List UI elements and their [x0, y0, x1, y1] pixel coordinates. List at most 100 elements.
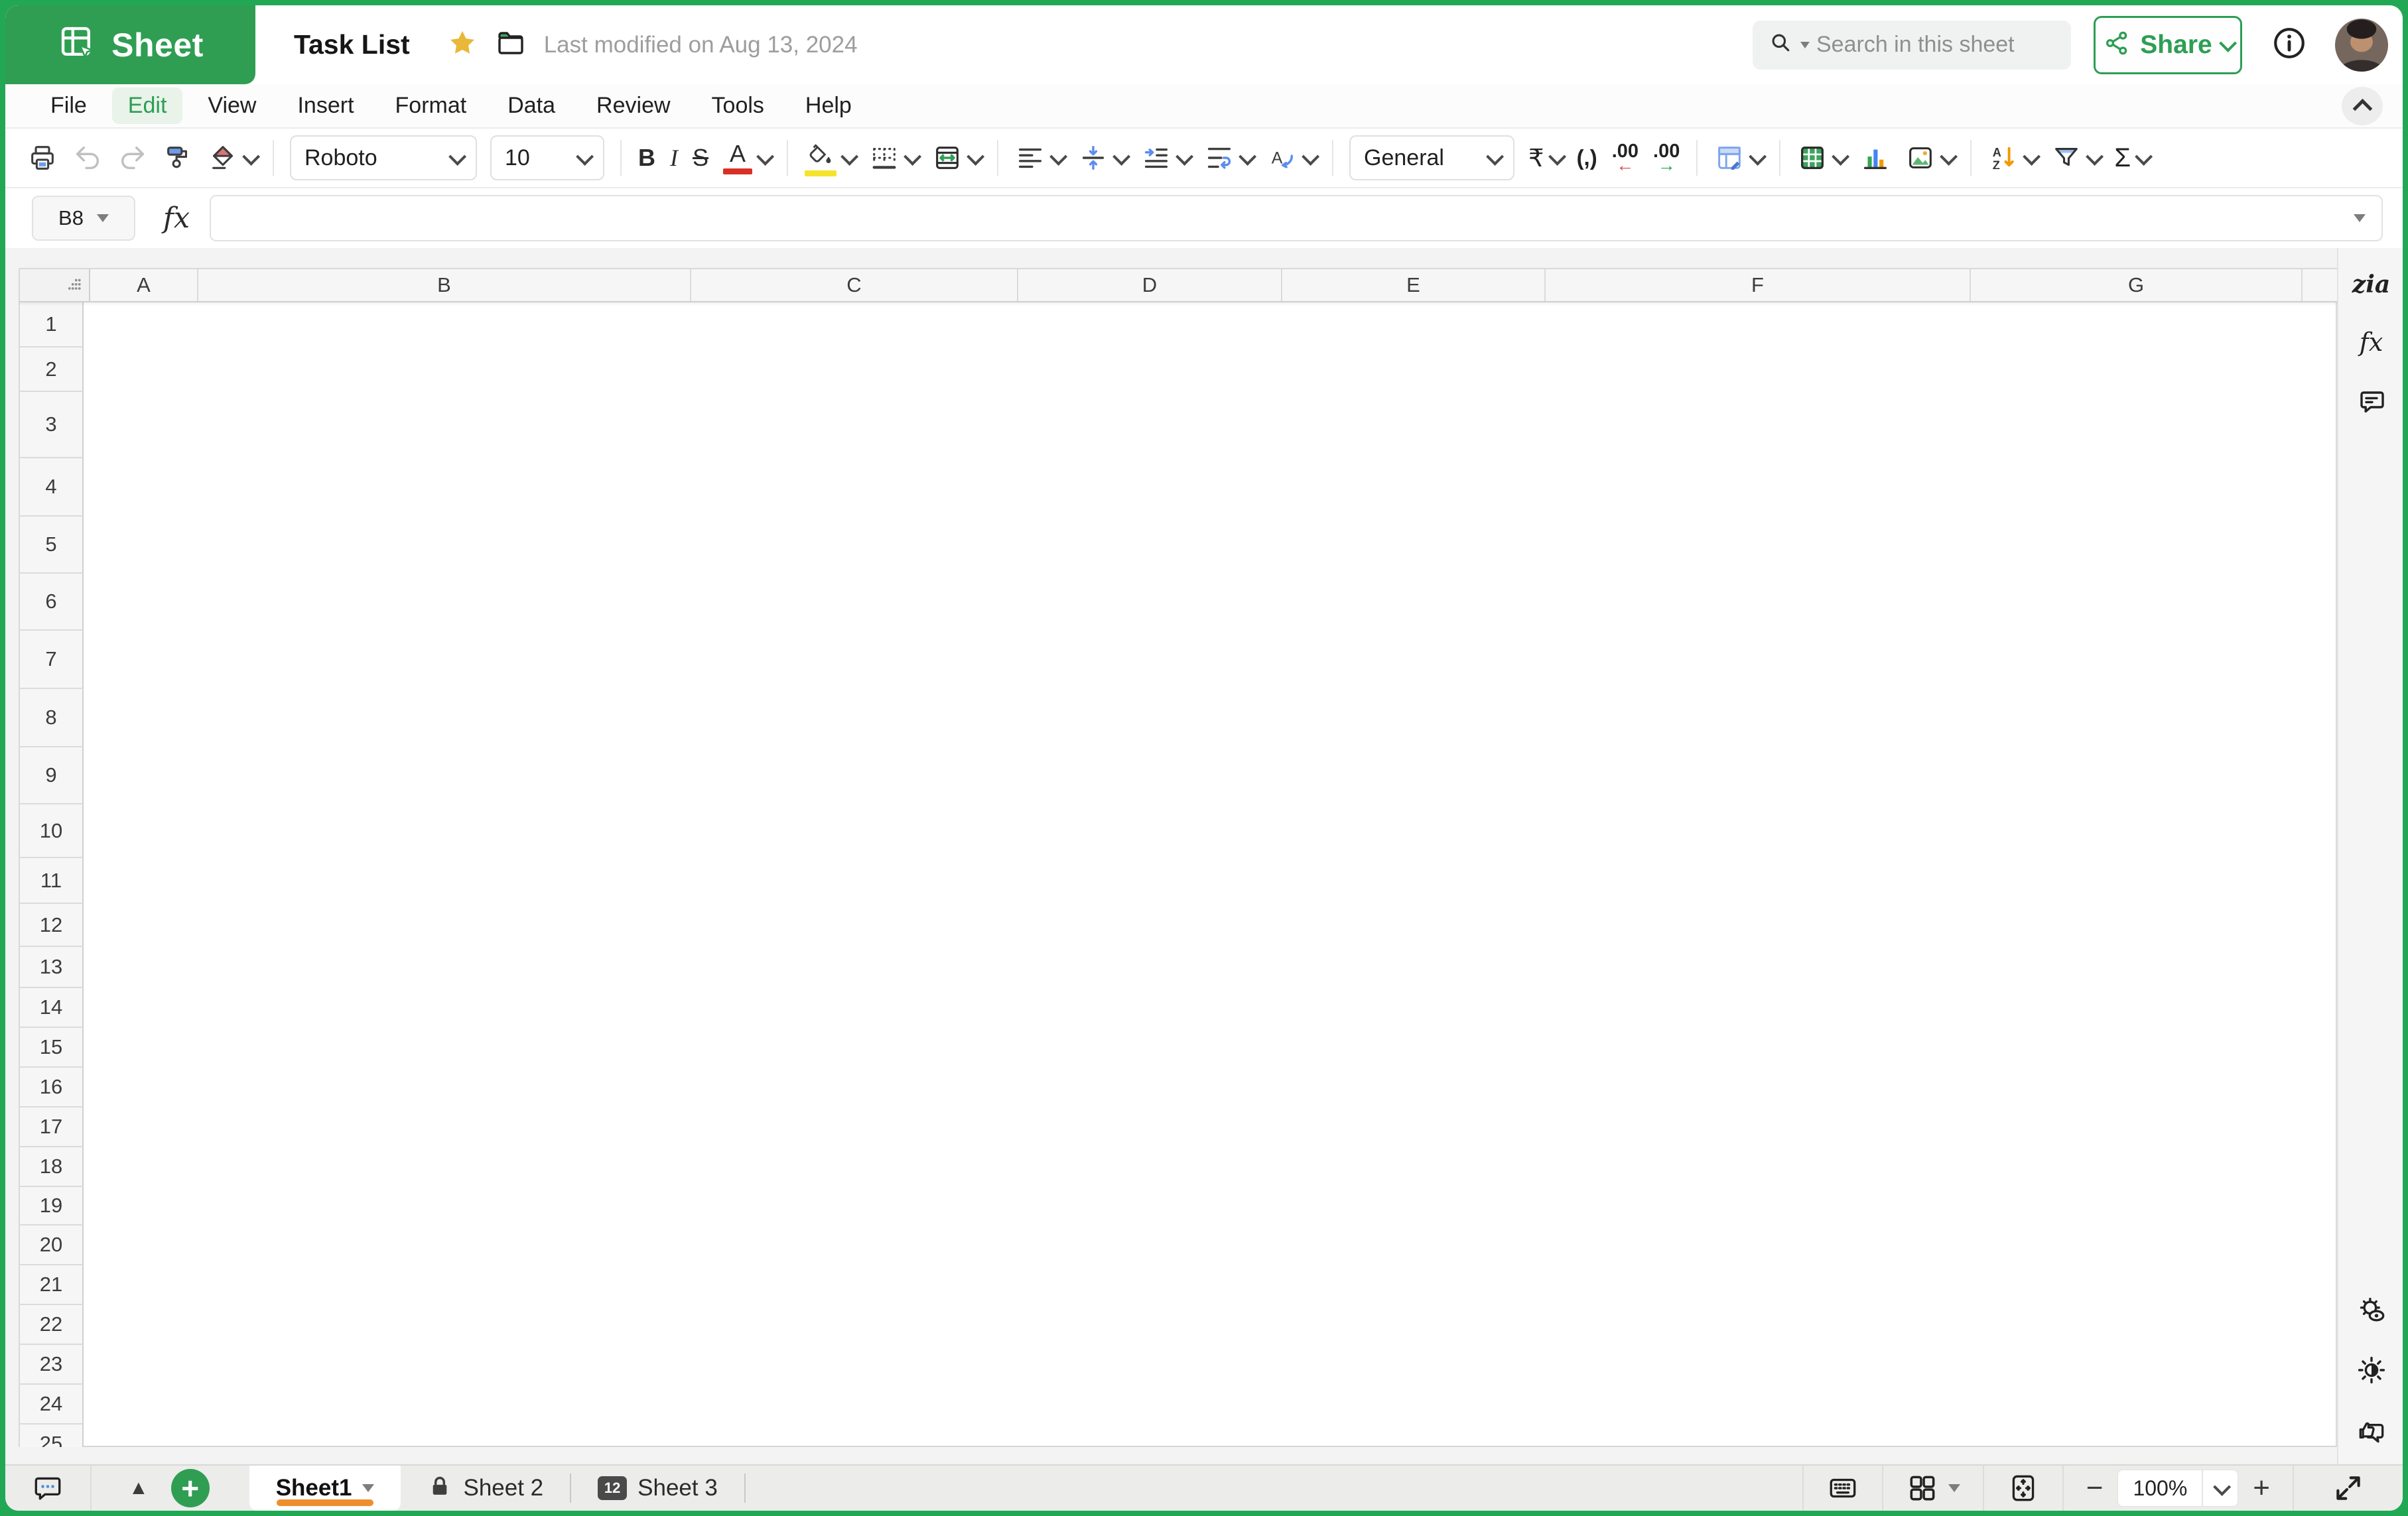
chevron-down-icon[interactable] — [2023, 147, 2041, 165]
font-color-button[interactable]: A — [716, 135, 777, 181]
indent-button[interactable] — [1134, 135, 1197, 181]
document-title[interactable]: Task List — [294, 29, 410, 60]
chevron-down-icon[interactable] — [1302, 147, 1319, 165]
chevron-down-icon[interactable] — [1238, 147, 1256, 165]
chevron-down-icon[interactable] — [1548, 147, 1566, 165]
vertical-align-button[interactable] — [1071, 135, 1134, 181]
sort-button[interactable]: A Z — [1981, 135, 2044, 181]
formula-input[interactable] — [210, 195, 2383, 241]
sum-button[interactable]: Σ — [2107, 135, 2156, 181]
sheet-tab-caret[interactable] — [362, 1484, 374, 1492]
zoom-level-select[interactable]: 100% — [2117, 1470, 2238, 1507]
row-header-15[interactable]: 15 — [20, 1028, 84, 1068]
menu-review[interactable]: Review — [580, 88, 686, 124]
conditional-format-button[interactable] — [1707, 135, 1770, 181]
menu-tools[interactable]: Tools — [696, 88, 780, 124]
chevron-down-icon[interactable] — [840, 147, 858, 165]
cell-reference-box[interactable]: B8 — [32, 196, 135, 241]
menu-edit[interactable]: Edit — [112, 88, 183, 124]
row-header-14[interactable]: 14 — [20, 988, 84, 1028]
search-input[interactable]: Search in this sheet — [1753, 21, 2071, 70]
column-header-E[interactable]: E — [1282, 269, 1546, 301]
menu-help[interactable]: Help — [789, 88, 868, 124]
font-family-select[interactable]: Roboto — [290, 135, 477, 180]
chevron-down-icon[interactable] — [242, 147, 260, 165]
chevron-down-icon[interactable] — [1175, 147, 1193, 165]
row-header-19[interactable]: 19 — [20, 1187, 84, 1226]
folder-icon[interactable] — [495, 27, 527, 62]
merge-cells-button[interactable] — [925, 135, 988, 181]
fill-color-button[interactable] — [797, 135, 862, 181]
row-header-17[interactable]: 17 — [20, 1107, 84, 1147]
column-header-A[interactable]: A — [90, 269, 198, 301]
chevron-down-icon[interactable] — [1832, 147, 1850, 165]
fullscreen-button[interactable] — [2294, 1466, 2403, 1511]
borders-button[interactable] — [862, 135, 925, 181]
cell-canvas[interactable] — [84, 302, 2337, 1447]
chevron-down-icon[interactable] — [2086, 147, 2104, 165]
increase-decimal-button[interactable]: .00→ — [1646, 135, 1687, 181]
filter-button[interactable] — [2044, 135, 2107, 181]
print-button[interactable] — [20, 135, 65, 181]
currency-format-button[interactable]: ₹ — [1521, 135, 1570, 181]
row-header-6[interactable]: 6 — [20, 574, 84, 631]
insert-chart-button[interactable] — [1853, 135, 1898, 181]
row-header-7[interactable]: 7 — [20, 631, 84, 689]
row-header-20[interactable]: 20 — [20, 1226, 84, 1265]
comments-panel-icon[interactable] — [2356, 386, 2387, 421]
row-header-4[interactable]: 4 — [20, 458, 84, 517]
select-all-corner[interactable] — [19, 269, 90, 301]
text-rotation-button[interactable]: A — [1260, 135, 1323, 181]
column-header-F[interactable]: F — [1546, 269, 1971, 301]
chevron-down-icon[interactable] — [756, 147, 774, 165]
column-header-D[interactable]: D — [1018, 269, 1282, 301]
row-header-5[interactable]: 5 — [20, 517, 84, 574]
menu-file[interactable]: File — [34, 88, 103, 124]
horizontal-align-button[interactable] — [1008, 135, 1071, 181]
row-header-16[interactable]: 16 — [20, 1068, 84, 1107]
sheet-tab-sheet3[interactable]: 12 Sheet 3 — [571, 1466, 744, 1511]
formula-bar-expand-caret[interactable] — [2354, 214, 2366, 222]
theme-brightness-icon[interactable] — [2356, 1354, 2387, 1389]
row-header-11[interactable]: 11 — [20, 858, 84, 904]
insert-table-button[interactable] — [1790, 135, 1853, 181]
zoom-in-button[interactable]: + — [2253, 1474, 2270, 1503]
tab-list-arrow[interactable]: ▲ — [129, 1477, 149, 1499]
sheet-tab-sheet2[interactable]: Sheet 2 — [401, 1466, 570, 1511]
keyboard-shortcuts-button[interactable] — [1804, 1466, 1882, 1511]
chevron-down-icon[interactable] — [1112, 147, 1130, 165]
menu-insert[interactable]: Insert — [281, 88, 369, 124]
freeze-caret[interactable] — [1948, 1484, 1960, 1492]
row-header-22[interactable]: 22 — [20, 1305, 84, 1345]
menu-format[interactable]: Format — [379, 88, 483, 124]
row-header-21[interactable]: 21 — [20, 1265, 84, 1305]
row-header-18[interactable]: 18 — [20, 1147, 84, 1187]
decrease-decimal-button[interactable]: .00← — [1605, 135, 1646, 181]
functions-panel-icon[interactable]: fx — [2360, 328, 2383, 357]
view-settings-icon[interactable] — [2355, 1294, 2388, 1330]
chevron-down-icon[interactable] — [1940, 147, 1958, 165]
row-header-8[interactable]: 8 — [20, 689, 84, 747]
row-header-12[interactable]: 12 — [20, 904, 84, 947]
strikethrough-button[interactable]: S — [685, 135, 716, 181]
share-button[interactable]: Share — [2094, 16, 2242, 74]
zia-assistant-icon[interactable]: zia — [2352, 271, 2390, 298]
comma-style-button[interactable]: (,) — [1570, 135, 1605, 181]
search-scope-caret[interactable] — [1800, 42, 1810, 48]
chevron-down-icon[interactable] — [903, 147, 921, 165]
collapse-toolbar-button[interactable] — [2342, 87, 2383, 125]
chevron-down-icon[interactable] — [967, 147, 984, 165]
menu-view[interactable]: View — [192, 88, 272, 124]
app-logo[interactable]: Sheet — [5, 5, 255, 84]
freeze-panes-button[interactable] — [1883, 1466, 1983, 1511]
row-header-9[interactable]: 9 — [20, 747, 84, 804]
row-header-10[interactable]: 10 — [20, 804, 84, 858]
format-painter-button[interactable] — [155, 135, 200, 181]
menu-data[interactable]: Data — [492, 88, 571, 124]
column-header-C[interactable]: C — [691, 269, 1018, 301]
row-header-13[interactable]: 13 — [20, 947, 84, 988]
bold-button[interactable]: B — [631, 135, 663, 181]
row-header-2[interactable]: 2 — [20, 347, 84, 392]
row-header-23[interactable]: 23 — [20, 1345, 84, 1385]
chevron-down-icon[interactable] — [1049, 147, 1067, 165]
